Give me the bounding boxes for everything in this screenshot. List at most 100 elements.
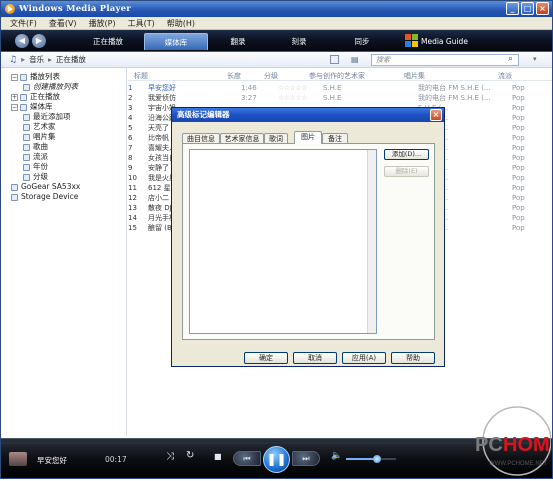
- view-options-icon[interactable]: ▤: [351, 55, 359, 64]
- track-rating: ☆☆☆☆☆: [278, 94, 307, 102]
- expand-toggle-icon[interactable]: +: [11, 93, 18, 101]
- sidebar-item-icon: [23, 83, 30, 91]
- tab-library[interactable]: 媒体库: [144, 33, 208, 50]
- wmp-logo-icon: [5, 4, 15, 14]
- cancel-button[interactable]: 取消: [293, 352, 337, 364]
- menu-view[interactable]: 查看(V): [49, 18, 77, 29]
- menu-file[interactable]: 文件(F): [10, 18, 37, 29]
- sidebar-item[interactable]: 创建播放列表: [1, 82, 127, 92]
- track-artist: S.H.E: [323, 84, 342, 92]
- volume-slider[interactable]: [346, 455, 396, 463]
- title-bar[interactable]: Windows Media Player _ □ ×: [1, 1, 552, 17]
- tab-pictures[interactable]: 图片: [294, 131, 322, 144]
- tab-now-playing[interactable]: 正在播放: [75, 33, 141, 50]
- maximize-button[interactable]: □: [521, 2, 534, 15]
- add-picture-button[interactable]: 添加(D)...: [384, 149, 429, 160]
- sidebar-item[interactable]: 艺术家: [1, 122, 127, 132]
- sidebar-item[interactable]: GoGear SA53xx: [1, 182, 127, 192]
- col-length[interactable]: 长度: [227, 71, 241, 81]
- sidebar-item[interactable]: 歌曲: [1, 142, 127, 152]
- minimize-button[interactable]: _: [506, 2, 519, 15]
- sidebar-item-icon: [23, 143, 30, 151]
- col-album[interactable]: 唱片集: [404, 71, 425, 81]
- sidebar-item[interactable]: 最近添加项: [1, 112, 127, 122]
- table-row[interactable]: 2 我爱侦仿 3:27 ☆☆☆☆☆ S.H.E 我的电台 FM S.H.E (... Pop: [118, 93, 542, 103]
- menu-help[interactable]: 帮助(H): [167, 18, 195, 29]
- expand-toggle-icon[interactable]: −: [11, 103, 18, 111]
- sidebar-item[interactable]: 流派: [1, 152, 127, 162]
- track-title: 早安您好: [148, 84, 176, 92]
- sidebar-item[interactable]: 年份: [1, 162, 127, 172]
- sidebar-item[interactable]: − 播放列表: [1, 72, 127, 82]
- sidebar-item-label: 流派: [33, 152, 48, 161]
- back-button[interactable]: ◀: [15, 34, 29, 48]
- pause-button[interactable]: ❚❚: [263, 446, 290, 473]
- track-number: 14: [128, 214, 137, 222]
- menu-play[interactable]: 播放(P): [89, 18, 116, 29]
- sidebar-item[interactable]: + 正在播放: [1, 92, 127, 102]
- previous-button[interactable]: ⏮: [233, 451, 261, 466]
- next-button[interactable]: ⏭: [292, 451, 320, 466]
- help-button[interactable]: 帮助: [391, 352, 435, 364]
- col-artist[interactable]: 参与创作的艺术家: [309, 71, 365, 81]
- track-rating: ☆☆☆☆☆: [278, 84, 307, 92]
- picture-list-scrollbar[interactable]: [367, 150, 376, 333]
- track-number: 2: [128, 94, 133, 102]
- forward-button[interactable]: ▶: [32, 34, 46, 48]
- sidebar-item-icon: [20, 73, 27, 81]
- music-note-icon: ♫: [9, 54, 18, 65]
- track-genre: Pop: [512, 134, 525, 142]
- col-rating[interactable]: 分级: [264, 71, 278, 81]
- col-genre[interactable]: 流派: [498, 71, 512, 81]
- sidebar-item[interactable]: 分级: [1, 172, 127, 182]
- address-bar: ♫ ▸ 音乐 ▸ 正在播放 ▤ 搜索 ⌕ ▾: [1, 52, 552, 68]
- shuffle-icon[interactable]: ⤨: [166, 451, 174, 462]
- sidebar-item-icon: [23, 113, 30, 121]
- apply-button[interactable]: 应用(A): [342, 352, 386, 364]
- track-artist: S.H.E: [323, 94, 342, 102]
- table-row[interactable]: 1 早安您好 1:46 ☆☆☆☆☆ S.H.E 我的电台 FM S.H.E (... Pop: [118, 83, 542, 93]
- close-button[interactable]: ×: [536, 2, 549, 15]
- track-number: 4: [128, 114, 133, 122]
- sidebar-item-label: 播放列表: [30, 72, 60, 81]
- layout-options-icon[interactable]: [330, 55, 339, 64]
- search-input[interactable]: 搜索: [371, 54, 519, 66]
- picture-list[interactable]: [189, 149, 377, 334]
- search-dropdown-icon[interactable]: ▾: [533, 55, 537, 63]
- sidebar-item[interactable]: Storage Device: [1, 192, 127, 202]
- menu-tools[interactable]: 工具(T): [128, 18, 155, 29]
- windows-logo-icon: [405, 34, 419, 48]
- track-genre: Pop: [512, 114, 525, 122]
- tab-rip[interactable]: 翻录: [211, 33, 265, 50]
- volume-knob[interactable]: [373, 455, 381, 463]
- breadcrumb-now-playing[interactable]: 正在播放: [56, 54, 86, 65]
- sidebar-item-icon: [20, 93, 27, 101]
- sidebar-item[interactable]: 唱片集: [1, 132, 127, 142]
- track-genre: Pop: [512, 184, 525, 192]
- tab-burn[interactable]: 刻录: [269, 33, 329, 50]
- stop-button[interactable]: ■: [214, 452, 222, 461]
- search-icon[interactable]: ⌕: [508, 54, 513, 64]
- breadcrumb-music[interactable]: 音乐: [29, 54, 44, 65]
- track-genre: Pop: [512, 104, 525, 112]
- wmp-window: Windows Media Player _ □ × 文件(F) 查看(V) 播…: [0, 0, 553, 479]
- sidebar-item-icon: [20, 103, 27, 111]
- repeat-icon[interactable]: ↻: [186, 450, 194, 461]
- ok-button[interactable]: 确定: [244, 352, 288, 364]
- track-number: 3: [128, 104, 133, 112]
- track-genre: Pop: [512, 204, 525, 212]
- tab-media-guide[interactable]: Media Guide: [421, 33, 491, 50]
- tab-sync[interactable]: 同步: [332, 33, 392, 50]
- expand-toggle-icon[interactable]: −: [11, 73, 18, 81]
- sidebar-item[interactable]: − 媒体库: [1, 102, 127, 112]
- sidebar-item-label: 艺术家: [33, 122, 56, 131]
- album-art-thumbnail[interactable]: [9, 452, 27, 466]
- col-title[interactable]: 标题: [134, 71, 148, 81]
- delete-picture-button[interactable]: 删除(E): [384, 166, 429, 177]
- track-number: 15: [128, 224, 137, 232]
- dialog-close-button[interactable]: ×: [430, 109, 442, 121]
- dialog-title-bar[interactable]: 高级标记编辑器 ×: [172, 108, 444, 122]
- sidebar-item-label: 歌曲: [33, 142, 48, 151]
- sidebar-item-label: 唱片集: [33, 132, 56, 141]
- volume-icon[interactable]: 🔈: [331, 451, 342, 461]
